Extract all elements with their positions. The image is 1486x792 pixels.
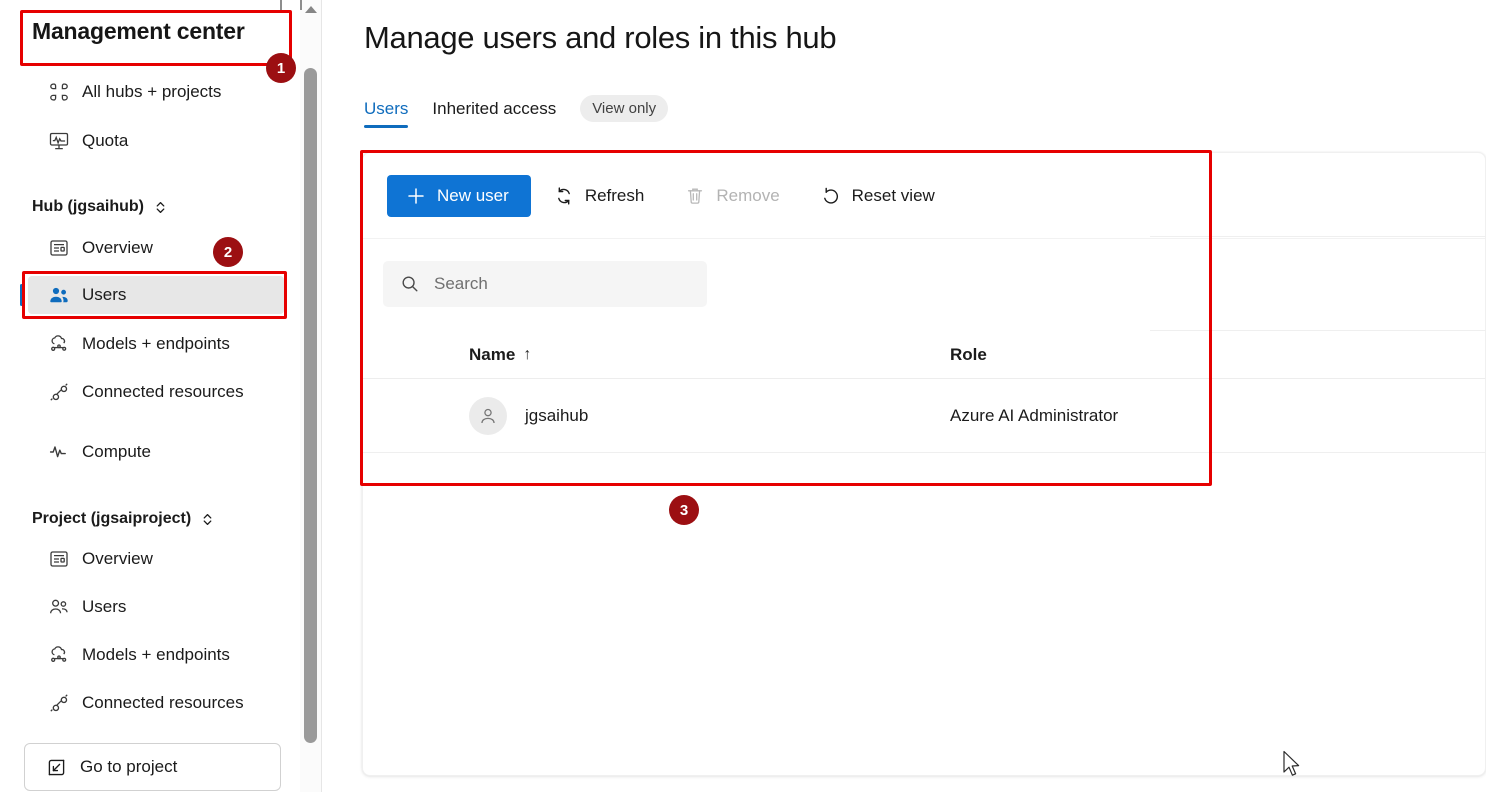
trash-icon [684,185,706,207]
page-title: Manage users and roles in this hub [364,20,837,55]
sidebar-item-hub-overview[interactable]: Overview [28,229,284,267]
scroll-up-arrow-icon[interactable] [305,6,317,13]
user-name: jgsaihub [525,405,589,425]
connected-resources-text: Connected resources [82,381,244,401]
sidebar-scrollbar[interactable] [300,0,322,792]
remove-button: Remove [666,175,797,217]
divider [1150,330,1486,331]
sidebar-group-project[interactable]: Project (jgsaiproject) [32,510,215,528]
open-arrow-box-icon [46,757,67,778]
column-header-name[interactable]: Name ↑ [469,345,950,365]
chevron-updown-icon[interactable] [153,200,168,215]
tab-label: Users [364,98,409,118]
quota-monitor-icon [48,130,70,152]
table-row[interactable]: jgsaihub Azure AI Administrator [363,379,1485,453]
user-role: Azure AI Administrator [950,405,1119,425]
refresh-label: Refresh [584,185,645,205]
sidebar-item-label: Users [82,284,127,304]
sidebar-item-project-models-endpoints[interactable]: Models + endpoints [28,636,284,674]
tab-label: Inherited access [432,98,557,118]
column-header-label: Role [950,344,987,364]
sidebar-item-label: Connected resources [82,692,244,713]
annotation-badge-3: 3 [669,495,699,525]
new-user-label: New user [437,185,509,205]
sort-ascending-icon: ↑ [523,345,532,363]
scrollbar-thumb[interactable] [304,68,317,743]
annotation-badge-1: 1 [266,53,296,83]
reset-view-button[interactable]: Reset view [802,175,953,217]
users-table: Name ↑ Role jgsaihub Azure AI Administra… [363,331,1485,453]
sidebar-item-users[interactable]: Users [20,276,284,314]
sidebar-item-label: Quota [82,130,129,150]
column-header-label: Name [469,344,516,364]
search-input[interactable] [434,274,674,294]
column-header-role[interactable]: Role [950,345,987,365]
sidebar-group-label: Hub (jgsaihub) [32,198,144,215]
toolbar: New user Refresh Remove Reset view [363,153,1485,239]
sidebar-item-hub-models-endpoints[interactable]: Models + endpoints [28,325,284,363]
sidebar: Management center All hubs + projects Qu… [0,0,300,792]
cloud-models-icon [48,644,70,666]
sidebar-item-label: All hubs + projects [82,81,222,101]
tab-bar: Users Inherited access View only [364,95,669,131]
sidebar-item-label: Models + endpoints [82,644,230,664]
tab-inherited-access[interactable]: Inherited access [432,99,556,128]
management-center-title: Management center [32,18,245,44]
connected-resources-text: Connected resources [82,692,244,712]
users-panel: New user Refresh Remove Reset view Searc… [362,152,1486,776]
sidebar-item-label: Overview [82,237,153,257]
tab-active-underline [364,124,409,128]
cell-name: jgsaihub [469,396,950,435]
go-to-project-label: Go to project [80,757,178,776]
sidebar-item-project-connected-resources[interactable]: Connected resources [28,675,284,731]
plug-connector-icon [48,381,70,403]
cloud-models-icon [48,333,70,355]
sidebar-group-hub[interactable]: Hub (jgsaihub) [32,198,168,216]
tab-users[interactable]: Users [364,98,409,128]
plug-connector-icon [48,692,70,714]
sidebar-item-label: Models + endpoints [82,333,230,353]
new-user-button[interactable]: New user [387,174,531,217]
overview-icon [48,237,70,259]
main-content: Manage users and roles in this hub Users… [322,0,1486,792]
pulse-compute-icon [48,441,70,463]
reset-view-label: Reset view [851,185,935,205]
search-icon [400,274,420,294]
go-to-project-button[interactable]: Go to project [24,743,281,791]
users-outline-icon [48,596,70,618]
divider [1150,236,1486,237]
grid-icon [48,81,70,103]
search-box[interactable] [383,261,707,307]
sidebar-item-quota[interactable]: Quota [28,122,284,160]
sidebar-item-all-hubs-projects[interactable]: All hubs + projects [28,73,284,111]
app-root: Management center All hubs + projects Qu… [0,0,1486,792]
sidebar-item-label: Compute [82,441,151,461]
remove-label: Remove [716,185,780,205]
chevron-updown-icon[interactable] [200,512,215,527]
sidebar-item-label: Connected resources [82,381,244,402]
refresh-icon [553,185,575,207]
sidebar-group-label: Project (jgsaiproject) [32,510,192,527]
annotation-badge-2: 2 [213,237,243,267]
sidebar-item-project-overview[interactable]: Overview [28,540,284,578]
mouse-cursor [1282,750,1304,780]
plus-icon [405,185,427,207]
sidebar-item-label: Overview [82,548,153,568]
sidebar-item-project-users[interactable]: Users [28,588,284,626]
undo-icon [820,185,842,207]
refresh-button[interactable]: Refresh [535,175,663,217]
selection-indicator [20,284,23,306]
window-splitter-handle[interactable] [280,0,302,10]
table-header-row: Name ↑ Role [363,331,1485,379]
sidebar-item-label: Users [82,596,127,616]
sidebar-item-hub-connected-resources[interactable]: Connected resources [28,364,284,420]
view-only-badge: View only [580,95,669,122]
person-avatar-icon [469,396,507,435]
users-icon [48,284,70,306]
overview-icon [48,548,70,570]
sidebar-item-hub-compute[interactable]: Compute [28,433,284,471]
